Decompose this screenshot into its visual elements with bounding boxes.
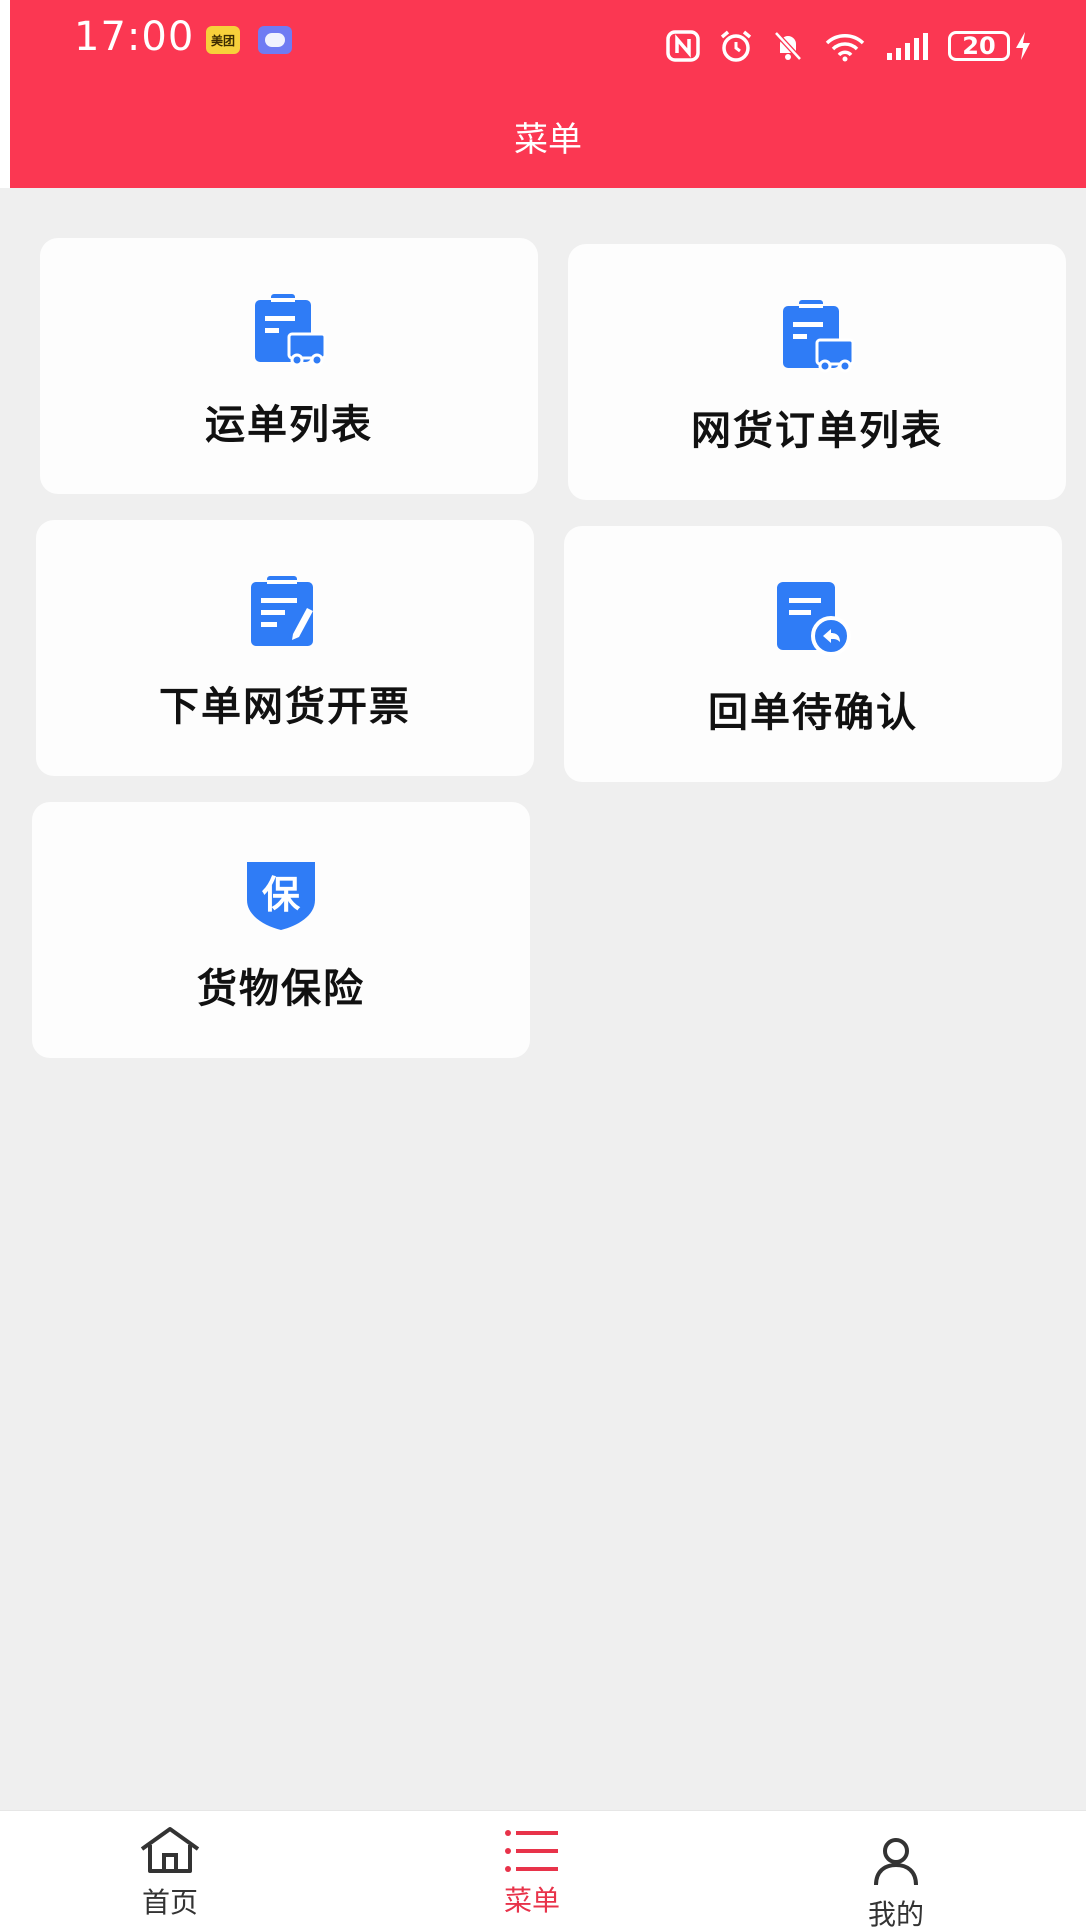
insurance-icon-text: 保 [261,873,300,917]
status-icons: 20 [666,26,1032,66]
menu-card-label: 运单列表 [205,402,373,448]
menu-card-waybill-list[interactable]: 运单列表 [40,238,538,494]
menu-card-label: 货物保险 [197,966,365,1012]
clipboard-truck-icon [255,294,327,367]
user-icon [874,1838,918,1886]
menu-card-cargo-insurance[interactable]: 保 货物保险 [32,802,530,1058]
alarm-icon [720,30,752,62]
bottom-nav: 首页 菜单 我的 [0,1810,1086,1931]
document-return-icon [777,582,851,656]
battery-level: 20 [948,31,1010,61]
clipboard-truck-icon [783,300,855,373]
page-title: 菜单 [514,120,582,160]
message-app-icon [258,26,292,54]
app-screen: 17:00 美团 20 菜单 运单列表 网货订单列表 下单网货开票 回单待确认 … [0,0,1086,1931]
menu-card-receipt-pending[interactable]: 回单待确认 [564,526,1062,782]
meituan-app-icon: 美团 [206,26,240,54]
clipboard-edit-icon [251,576,313,646]
wifi-icon [825,34,865,62]
menu-card-freight-order-list[interactable]: 网货订单列表 [568,244,1066,500]
nav-home[interactable]: 首页 [90,1825,250,1921]
menu-card-place-order-invoice[interactable]: 下单网货开票 [36,520,534,776]
menu-card-label: 网货订单列表 [691,408,943,454]
nav-mine[interactable]: 我的 [816,1837,976,1931]
nav-label: 菜单 [503,1884,560,1917]
nav-label: 我的 [867,1898,924,1931]
menu-grid: 运单列表 网货订单列表 下单网货开票 回单待确认 保 货物保险 [0,188,1086,1810]
nav-menu[interactable]: 菜单 [452,1829,612,1919]
home-icon [140,1827,200,1873]
menu-card-label: 下单网货开票 [159,684,411,730]
battery-indicator: 20 [948,31,1032,61]
charging-bolt-icon [1016,32,1030,60]
nav-label: 首页 [141,1886,198,1919]
insurance-shield-icon: 保 [241,854,321,934]
nfc-icon [666,30,700,62]
menu-card-label: 回单待确认 [708,690,918,736]
list-icon [505,1830,558,1872]
mute-bell-icon [774,31,802,61]
status-time: 17:00 [74,14,195,60]
signal-icon [887,33,928,60]
header-bar: 17:00 美团 20 菜单 [10,0,1086,188]
